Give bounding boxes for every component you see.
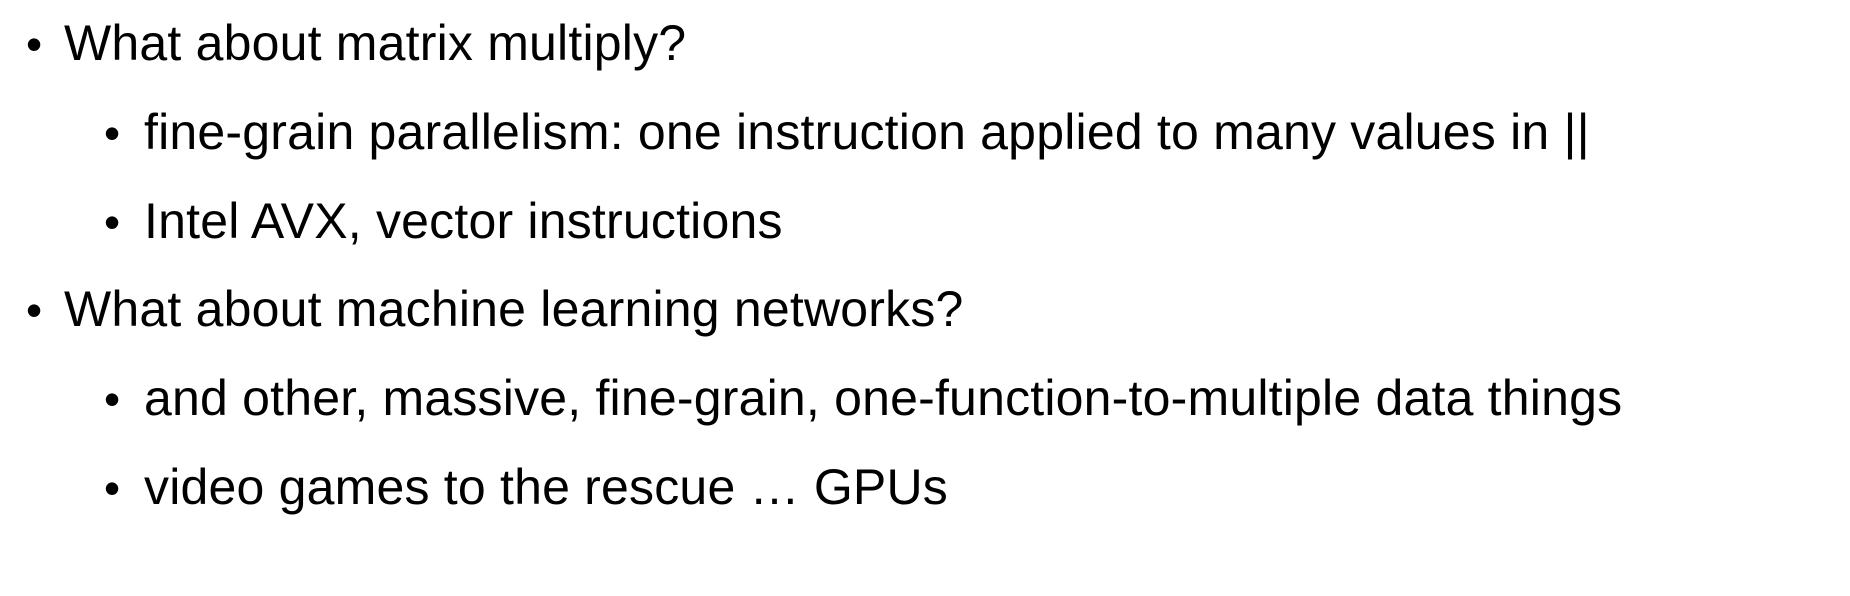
bullet-text: What about matrix multiply? <box>64 15 687 71</box>
sub-bullet-item-massive-fine-grain: • and other, massive, fine-grain, one-fu… <box>104 369 1622 427</box>
bullet-text: What about machine learning networks? <box>64 281 964 337</box>
sub-bullet-item-fine-grain: • fine-grain parallelism: one instructio… <box>104 103 1590 161</box>
bullet-text: fine-grain parallelism: one instruction … <box>144 104 1590 160</box>
bullet-item-matrix-multiply: • What about matrix multiply? <box>26 14 686 72</box>
bullet-point-icon: • <box>26 18 43 70</box>
bullet-point-icon: • <box>26 284 43 336</box>
bullet-point-icon: • <box>104 462 121 514</box>
bullet-point-icon: • <box>104 373 121 425</box>
bullet-text: and other, massive, fine-grain, one-func… <box>144 370 1623 426</box>
sub-bullet-item-video-games: • video games to the rescue … GPUs <box>104 458 948 516</box>
bullet-point-icon: • <box>104 107 121 159</box>
sub-bullet-item-intel-avx: • Intel AVX, vector instructions <box>104 192 783 250</box>
slide-body: • What about matrix multiply? • fine-gra… <box>0 0 1850 596</box>
bullet-text: Intel AVX, vector instructions <box>144 193 783 249</box>
bullet-point-icon: • <box>104 196 121 248</box>
bullet-text: video games to the rescue … GPUs <box>144 459 948 515</box>
bullet-item-machine-learning: • What about machine learning networks? <box>26 280 964 338</box>
